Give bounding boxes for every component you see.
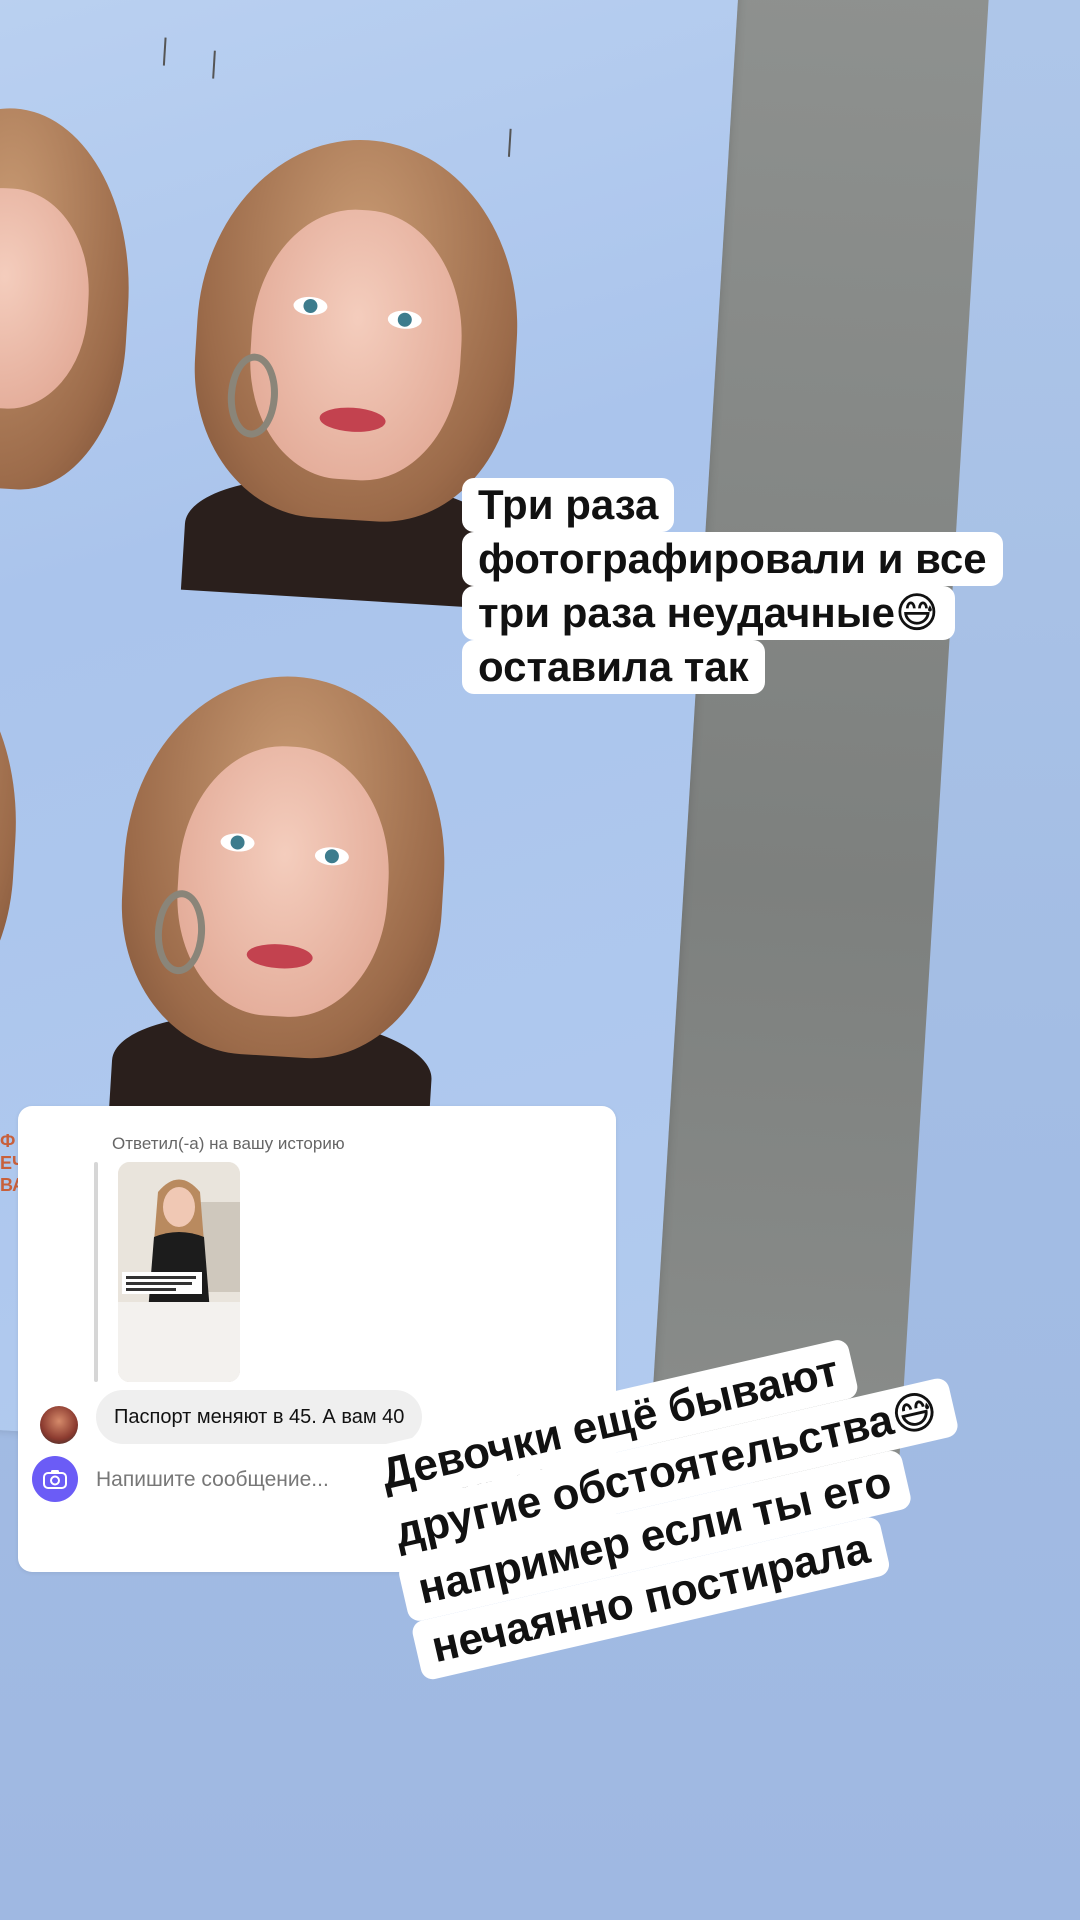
- portrait-photo-bottom: [68, 665, 495, 1149]
- story-thumbnail-image: [118, 1162, 240, 1382]
- story-canvas: Ф ЕЧ ВА Три раза фотографировали и все т…: [0, 0, 1080, 1920]
- camera-button[interactable]: [32, 1456, 78, 1502]
- cut-mark: [162, 37, 167, 66]
- message-input[interactable]: [94, 1454, 358, 1506]
- camera-icon: [43, 1470, 67, 1489]
- caption-line: три раза неудачные😅: [462, 586, 955, 640]
- story-caption-top: Три раза фотографировали и все три раза …: [462, 478, 1003, 694]
- cut-mark: [212, 50, 216, 79]
- story-thumbnail[interactable]: [118, 1162, 240, 1382]
- message-bubble: Паспорт меняют в 45. А вам 40: [96, 1390, 423, 1444]
- caption-line: фотографировали и все: [462, 532, 1003, 586]
- sender-avatar[interactable]: [40, 1406, 78, 1444]
- quote-bar: [94, 1162, 98, 1382]
- caption-line: Три раза: [462, 478, 675, 532]
- reply-header: Ответил(-а) на вашу историю: [112, 1134, 345, 1153]
- caption-line: оставила так: [462, 640, 765, 694]
